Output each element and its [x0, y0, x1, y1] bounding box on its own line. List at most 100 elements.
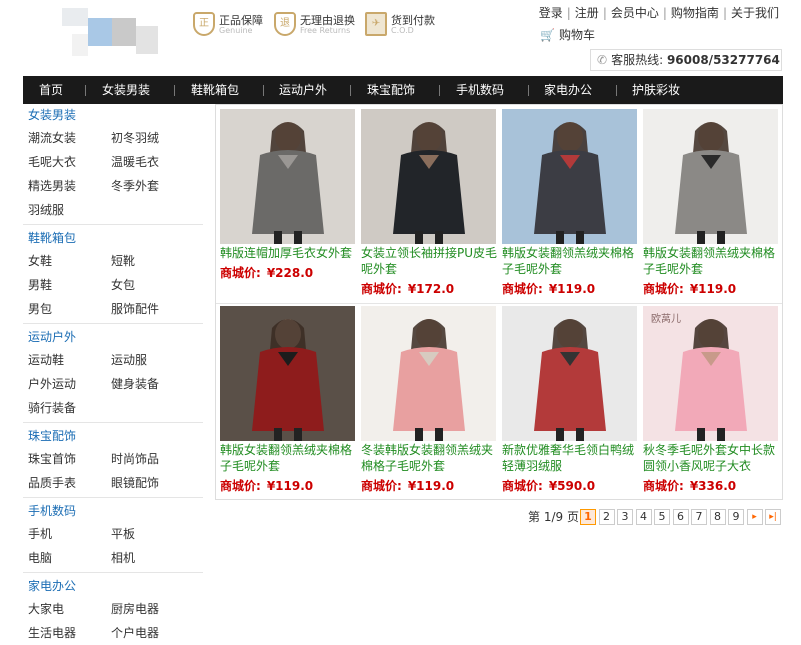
site-logo[interactable] [62, 8, 162, 58]
product-name[interactable]: 新款优雅奢华毛领白鸭绒轻薄羽绒服 [502, 442, 639, 474]
sidebar-subcategory-link[interactable]: 生活电器 [28, 621, 76, 645]
product-name[interactable]: 秋冬季毛呢外套女中长款圆领小香风呢子大衣 [643, 442, 780, 474]
sidebar-subcategory-link[interactable]: 温暖毛衣 [111, 150, 159, 174]
sidebar-subcategory-link[interactable]: 运动鞋 [28, 348, 64, 372]
sidebar-subcategory-link[interactable]: 手机 [28, 522, 52, 546]
sidebar-subcategory-link[interactable]: 运动服 [111, 348, 147, 372]
sidebar-category-title[interactable]: 女装男装 [23, 104, 203, 126]
sidebar-category-title[interactable]: 鞋靴箱包 [23, 227, 203, 249]
page-9-button[interactable]: 9 [728, 509, 744, 525]
price-value: ¥119.0 [548, 282, 596, 296]
product-name[interactable]: 女装立领长袖拼接PU皮毛呢外套 [361, 245, 498, 277]
sidebar-subcategory-link[interactable]: 短靴 [111, 249, 135, 273]
sidebar-row: 精选男装 冬季外套 [23, 174, 203, 198]
sidebar-subcategory-link[interactable]: 厨房电器 [111, 597, 159, 621]
price-label: 商城价: [502, 282, 543, 296]
product-name[interactable]: 韩版女装翻领羔绒夹棉格子毛呢外套 [643, 245, 780, 277]
sidebar-subcategory-link[interactable]: 电脑 [28, 546, 52, 570]
sidebar-subcategory-link[interactable]: 骑行装备 [28, 396, 76, 420]
product-name[interactable]: 冬装韩版女装翻领羔绒夹棉格子毛呢外套 [361, 442, 498, 474]
nav-mobile-digital[interactable]: 手机数码 [456, 76, 504, 104]
sidebar-subcategory-link[interactable]: 毛呢大衣 [28, 150, 76, 174]
nav-sports-outdoor[interactable]: 运动户外 [279, 76, 327, 104]
cart-link[interactable]: 🛒 购物车 [540, 26, 595, 43]
register-link[interactable]: 注册 [575, 6, 599, 20]
page-7-button[interactable]: 7 [691, 509, 707, 525]
product-image[interactable] [361, 306, 496, 441]
sidebar-divider [23, 497, 203, 498]
sidebar-subcategory-link[interactable]: 个户电器 [111, 621, 159, 645]
sidebar-category-title[interactable]: 手机数码 [23, 500, 203, 522]
product-image[interactable] [220, 306, 355, 441]
nav-appliances-office[interactable]: 家电办公 [544, 76, 592, 104]
product-image[interactable] [220, 109, 355, 244]
price-label: 商城价: [220, 479, 261, 493]
product-image[interactable] [643, 109, 778, 244]
sidebar-subcategory-link[interactable]: 健身装备 [111, 372, 159, 396]
sidebar-subcategory-link[interactable]: 服饰配件 [111, 297, 159, 321]
product-name[interactable]: 韩版女装翻领羔绒夹棉格子毛呢外套 [220, 442, 357, 474]
hotline-number: 96008/53277764 [666, 53, 780, 67]
page-6-button[interactable]: 6 [672, 509, 689, 525]
shopping-guide-link[interactable]: 购物指南 [671, 6, 719, 20]
sidebar-subcategory-link[interactable]: 大家电 [28, 597, 64, 621]
sidebar-divider [23, 422, 203, 423]
nav-apparel[interactable]: 女装男装 [102, 76, 150, 104]
sidebar-subcategory-link[interactable]: 时尚饰品 [111, 447, 159, 471]
about-us-link[interactable]: 关于我们 [731, 6, 779, 20]
product-name[interactable]: 韩版连帽加厚毛衣女外套 [220, 245, 357, 261]
sidebar-row: 女鞋 短靴 [23, 249, 203, 273]
product-name[interactable]: 韩版女装翻领羔绒夹棉格子毛呢外套 [502, 245, 639, 277]
sidebar-category-title[interactable]: 家电办公 [23, 575, 203, 597]
page-5-button[interactable]: 5 [654, 509, 670, 525]
sidebar-subcategory-link[interactable]: 相机 [111, 546, 135, 570]
price-value: ¥228.0 [266, 266, 314, 280]
product-price: 商城价: ¥172.0 [361, 281, 454, 297]
page-4-button[interactable]: 4 [635, 509, 652, 525]
nav-shoes-bags[interactable]: 鞋靴箱包 [191, 76, 239, 104]
genuine-shield-icon: 正 [193, 12, 215, 36]
product-image[interactable]: 欧莴儿 [643, 306, 778, 441]
return-shield-icon: 退 [274, 12, 296, 36]
sidebar-subcategory-link[interactable]: 品质手表 [28, 471, 76, 495]
cart-icon: 🛒 [540, 28, 555, 42]
product-image[interactable] [361, 109, 496, 244]
product-image[interactable] [502, 306, 637, 441]
image-watermark: 欧莴儿 [651, 314, 681, 325]
price-label: 商城价: [361, 282, 402, 296]
page-1-button[interactable]: 1 [580, 509, 596, 525]
sidebar-row: 男包 服饰配件 [23, 297, 203, 321]
sidebar-subcategory-link[interactable]: 男包 [28, 297, 52, 321]
sidebar-subcategory-link[interactable]: 初冬羽绒 [111, 126, 159, 150]
sidebar-category-title[interactable]: 运动户外 [23, 326, 203, 348]
sidebar-subcategory-link[interactable]: 潮流女装 [28, 126, 76, 150]
nav-skincare-makeup[interactable]: 护肤彩妆 [632, 76, 680, 104]
product-price: 商城价: ¥119.0 [361, 478, 454, 494]
sidebar-subcategory-link[interactable]: 女包 [111, 273, 135, 297]
sidebar-row: 潮流女装 初冬羽绒 [23, 126, 203, 150]
page-8-button[interactable]: 8 [709, 509, 726, 525]
grid-divider [216, 303, 782, 304]
sidebar-category-title[interactable]: 珠宝配饰 [23, 425, 203, 447]
nav-home[interactable]: 首页 [39, 76, 63, 104]
sidebar-subcategory-link[interactable]: 羽绒服 [28, 198, 64, 222]
last-page-button[interactable]: ▸| [765, 509, 781, 525]
page-3-button[interactable]: 3 [617, 509, 633, 525]
assurance-genuine: 正 正品保障 Genuine [193, 12, 263, 40]
sidebar-subcategory-link[interactable]: 精选男装 [28, 174, 76, 198]
sidebar-subcategory-link[interactable]: 女鞋 [28, 249, 52, 273]
sidebar-subcategory-link[interactable]: 珠宝首饰 [28, 447, 76, 471]
sidebar-subcategory-link[interactable]: 冬季外套 [111, 174, 159, 198]
sidebar-subcategory-link[interactable]: 平板 [111, 522, 135, 546]
login-link[interactable]: 登录 [539, 6, 563, 20]
nav-jewelry[interactable]: 珠宝配饰 [367, 76, 415, 104]
sidebar-subcategory-link[interactable]: 眼镜配饰 [111, 471, 159, 495]
sidebar-row: 羽绒服 [23, 198, 203, 222]
price-label: 商城价: [502, 479, 543, 493]
page-2-button[interactable]: 2 [598, 509, 615, 525]
sidebar-subcategory-link[interactable]: 男鞋 [28, 273, 52, 297]
product-image[interactable] [502, 109, 637, 244]
next-page-button[interactable]: ▸ [746, 509, 763, 525]
member-center-link[interactable]: 会员中心 [611, 6, 659, 20]
sidebar-subcategory-link[interactable]: 户外运动 [28, 372, 76, 396]
